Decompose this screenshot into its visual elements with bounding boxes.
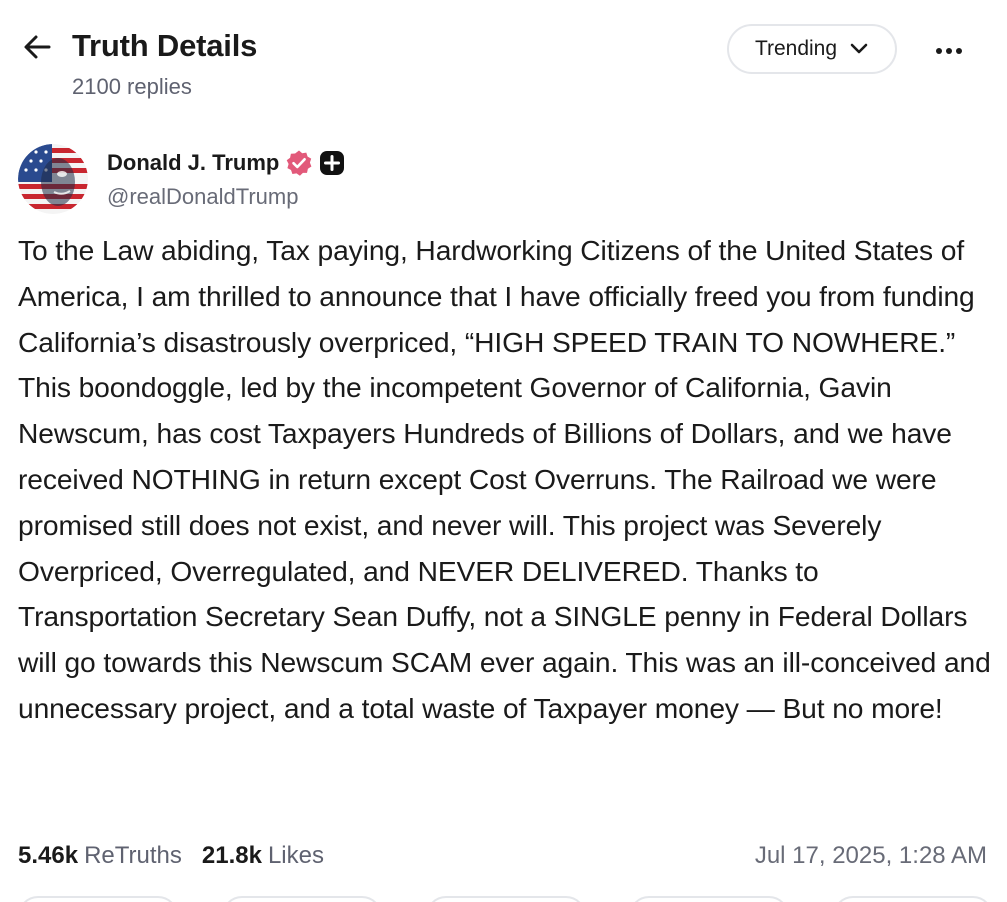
page-title: Truth Details	[72, 28, 258, 63]
like-button[interactable]	[425, 896, 586, 902]
plus-badge-icon	[320, 151, 345, 175]
bookmark-button[interactable]	[833, 896, 993, 902]
sort-dropdown-label: Trending	[754, 37, 838, 60]
arrow-left-icon	[24, 35, 51, 59]
likes-stat[interactable]: 21.8k Likes	[202, 842, 324, 870]
retruths-count: 5.46k	[18, 842, 79, 869]
header: Truth Details 2100 replies Trending	[0, 0, 1007, 110]
author-name[interactable]: Donald J. Trump	[107, 150, 279, 176]
chevron-down-icon	[850, 43, 868, 54]
verified-badge-icon	[287, 150, 312, 176]
sort-dropdown[interactable]: Trending	[727, 24, 897, 74]
reply-button[interactable]	[18, 896, 178, 902]
avatar-image	[18, 144, 88, 214]
likes-label: Likes	[267, 842, 324, 869]
more-options-button[interactable]	[926, 34, 972, 68]
retruth-button[interactable]	[221, 896, 382, 902]
truth-details-page: Truth Details 2100 replies Trending Dona…	[0, 0, 1007, 902]
retruths-stat[interactable]: 5.46k ReTruths	[18, 842, 182, 870]
author-handle[interactable]: @realDonaldTrump	[107, 184, 298, 210]
action-bar	[18, 896, 993, 902]
more-horizontal-icon	[936, 48, 962, 54]
post-timestamp: Jul 17, 2025, 1:28 AM	[754, 842, 987, 869]
post-stats: 5.46k ReTruths 21.8k Likes	[18, 838, 324, 874]
back-button[interactable]	[20, 30, 54, 64]
retruths-label: ReTruths	[84, 842, 182, 869]
author-name-row: Donald J. Trump	[107, 146, 345, 180]
post-text: To the Law abiding, Tax paying, Hardwork…	[18, 234, 991, 724]
reply-count: 2100 replies	[72, 74, 192, 99]
share-button[interactable]	[629, 896, 790, 902]
avatar[interactable]	[18, 144, 88, 214]
likes-count: 21.8k	[201, 842, 262, 869]
